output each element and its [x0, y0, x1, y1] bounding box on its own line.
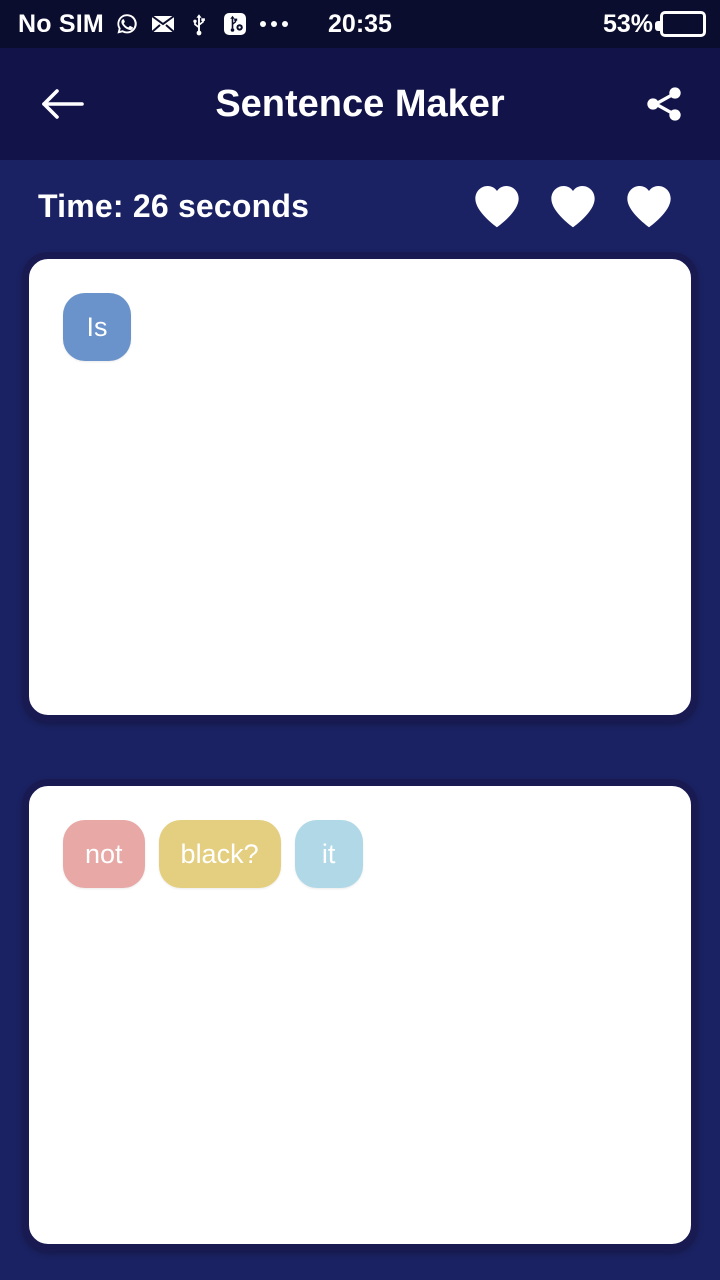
word-bank-card[interactable]: not black? it — [22, 779, 698, 1251]
word-bank-chip[interactable]: not — [63, 820, 145, 888]
game-info-bar: Time: 26 seconds — [0, 160, 720, 252]
more-dots-icon — [259, 21, 288, 27]
answer-card[interactable]: Is — [22, 252, 698, 722]
word-bank-chip-area[interactable]: not black? it — [29, 786, 691, 888]
heart-icon — [551, 186, 595, 228]
game-board: Is not black? it — [0, 252, 720, 1251]
back-button[interactable] — [34, 76, 90, 132]
heart-icon — [627, 186, 671, 228]
mail-icon — [150, 11, 176, 37]
status-bar-right: 53% — [603, 10, 706, 39]
answer-word-chip[interactable]: Is — [63, 293, 131, 361]
answer-chip-area[interactable]: Is — [29, 259, 691, 361]
usb-debug-icon — [222, 11, 248, 37]
share-icon — [647, 87, 681, 121]
page-title: Sentence Maker — [215, 82, 505, 125]
arrow-back-icon — [42, 89, 84, 119]
lives-indicator — [472, 183, 674, 229]
heart-icon — [475, 186, 519, 228]
battery-percent-label: 53% — [602, 9, 653, 38]
word-bank-chip[interactable]: it — [294, 820, 363, 888]
share-button[interactable] — [636, 76, 692, 132]
status-bar: No SIM 20:35 53% — [0, 0, 720, 48]
battery-charging-icon — [655, 11, 706, 37]
carrier-label: No SIM — [18, 9, 104, 38]
usb-icon — [186, 11, 212, 37]
app-bar: Sentence Maker — [0, 48, 720, 160]
status-bar-left: No SIM — [18, 10, 288, 39]
whatsapp-icon — [114, 11, 140, 37]
word-bank-chip[interactable]: black? — [158, 820, 281, 888]
timer-label: Time: 26 seconds — [38, 187, 310, 224]
